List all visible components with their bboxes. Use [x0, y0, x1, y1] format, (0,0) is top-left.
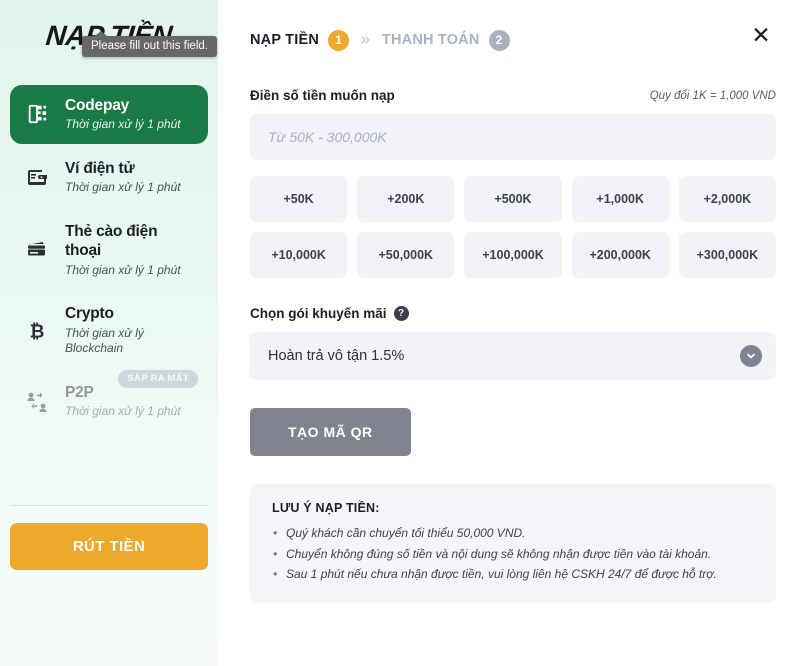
tab-deposit-label[interactable]: NẠP TIỀN [250, 32, 319, 48]
sidebar-item-crypto[interactable]: ₿ Crypto Thời gian xử lý Blockchain [10, 293, 208, 368]
method-text: Thẻ cào điện thoại Thời gian xử lý 1 phú… [65, 222, 196, 278]
method-subtitle: Thời gian xử lý 1 phút [65, 180, 181, 195]
wallet-icon [22, 165, 52, 189]
method-subtitle: Thời gian xử lý 1 phút [65, 262, 181, 277]
amount-input[interactable] [250, 114, 776, 160]
deposit-modal: NẠP TIỀN Please fill out this field. Cod… [0, 0, 800, 666]
preset-amount-button[interactable]: +200K [357, 176, 455, 222]
deposit-notes: LƯU Ý NẠP TIỀN: Quý khách cần chuyển tối… [250, 484, 776, 603]
qr-phone-icon [22, 103, 52, 125]
sidebar-item-phone-card[interactable]: Thẻ cào điện thoại Thời gian xử lý 1 phú… [10, 211, 208, 289]
note-item: Sau 1 phút nếu chưa nhận được tiền, vui … [272, 564, 754, 585]
cards-icon [22, 238, 52, 262]
generate-qr-button[interactable]: TẠO MÃ QR [250, 408, 411, 456]
promo-label: Chọn gói khuyến mãi [250, 306, 387, 321]
brand-header: NẠP TIỀN Please fill out this field. [10, 0, 217, 72]
sidebar-item-codepay[interactable]: Codepay Thời gian xử lý 1 phút [10, 85, 208, 144]
preset-amount-button[interactable]: +300,000K [678, 232, 776, 278]
method-title: Codepay [65, 97, 130, 114]
sidebar-item-p2p[interactable]: SẮP RA MẮT P2P Thời gian xử lý 1 phút [10, 369, 208, 431]
preset-amount-button[interactable]: +100,000K [464, 232, 562, 278]
notes-title: LƯU Ý NẠP TIỀN: [272, 501, 380, 515]
step-2-badge: 2 [488, 29, 510, 51]
payment-method-list: Codepay Thời gian xử lý 1 phút Ví điện t… [10, 72, 208, 431]
chevron-down-icon[interactable] [740, 345, 762, 367]
sidebar-footer: RÚT TIỀN [10, 505, 208, 570]
preset-amount-button[interactable]: +50,000K [357, 232, 455, 278]
svg-text:₿: ₿ [30, 321, 45, 342]
method-subtitle: Thời gian xử lý 1 phút [65, 117, 181, 132]
preset-amount-grid: +50K +200K +500K +1,000K +2,000K +10,000… [250, 176, 776, 278]
help-icon[interactable]: ? [393, 306, 409, 321]
validation-tooltip: Please fill out this field. [82, 31, 217, 57]
method-subtitle: Thời gian xử lý 1 phút [65, 404, 181, 419]
preset-amount-button[interactable]: +10,000K [250, 232, 348, 278]
preset-amount-button[interactable]: +1,000K [571, 176, 669, 222]
method-subtitle: Thời gian xử lý Blockchain [65, 325, 144, 356]
sidebar-divider [10, 505, 208, 506]
step-breadcrumb: NẠP TIỀN 1 » THANH TOÁN 2 [250, 18, 776, 62]
payment-methods-sidebar: NẠP TIỀN Please fill out this field. Cod… [0, 0, 218, 666]
withdraw-button[interactable]: RÚT TIỀN [10, 523, 208, 570]
close-icon[interactable]: ✕ [746, 20, 776, 50]
coming-soon-badge: SẮP RA MẮT [118, 369, 198, 388]
note-item: Chuyển không đúng số tiền và nội dung sẽ… [272, 544, 754, 565]
bitcoin-icon: ₿ [22, 320, 52, 342]
method-title: Crypto [65, 305, 114, 323]
notes-list: Quý khách cần chuyển tối thiểu 50,000 VN… [272, 523, 754, 585]
method-text: Codepay Thời gian xử lý 1 phút [65, 96, 196, 133]
method-text: SẮP RA MẮT P2P Thời gian xử lý 1 phút [65, 369, 198, 420]
sidebar-item-e-wallet[interactable]: Ví điện tử Thời gian xử lý 1 phút [10, 148, 208, 207]
amount-label-row: Điền số tiền muốn nạp Quy đổi 1K = 1,000… [250, 88, 776, 103]
conversion-rate-note: Quy đổi 1K = 1,000 VND [649, 89, 776, 102]
tab-payment-label[interactable]: THANH TOÁN [382, 32, 480, 48]
preset-amount-button[interactable]: +500K [464, 176, 562, 222]
preset-amount-button[interactable]: +200,000K [571, 232, 669, 278]
promo-select[interactable]: Hoàn trả vô tận 1.5% [250, 332, 776, 380]
method-text: Crypto Thời gian xử lý Blockchain [65, 304, 196, 357]
promo-selected-value: Hoàn trả vô tận 1.5% [268, 348, 405, 364]
step-1-badge: 1 [328, 29, 350, 51]
deposit-panel: NẠP TIỀN 1 » THANH TOÁN 2 ✕ Điền số tiền… [218, 0, 800, 666]
method-title: Ví điện tử [65, 159, 135, 177]
amount-label: Điền số tiền muốn nạp [250, 88, 395, 103]
method-text: Ví điện tử Thời gian xử lý 1 phút [65, 159, 196, 196]
promo-label-row: Chọn gói khuyến mãi ? [250, 306, 776, 321]
p2p-icon [22, 389, 52, 413]
method-title: Thẻ cào điện thoại [65, 222, 158, 260]
note-item: Quý khách cần chuyển tối thiểu 50,000 VN… [272, 523, 754, 544]
chevron-right-icon: » [361, 31, 370, 48]
preset-amount-button[interactable]: +50K [250, 176, 348, 222]
preset-amount-button[interactable]: +2,000K [678, 176, 776, 222]
